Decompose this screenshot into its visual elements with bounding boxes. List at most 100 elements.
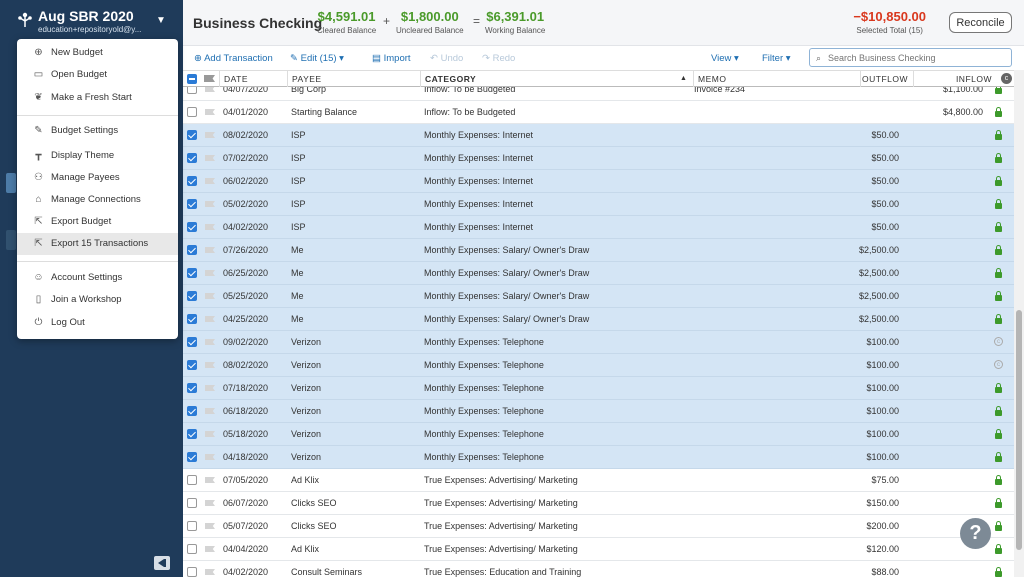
flag-icon[interactable] [205, 293, 215, 299]
row-date[interactable]: 07/05/2020 [223, 475, 268, 485]
scrollbar[interactable] [1014, 70, 1024, 577]
row-category[interactable]: Monthly Expenses: Telephone [424, 360, 544, 370]
row-category[interactable]: Monthly Expenses: Salary/ Owner's Draw [424, 291, 589, 301]
row-checkbox[interactable] [187, 452, 197, 462]
row-payee[interactable]: ISP [291, 199, 306, 209]
row-date[interactable]: 04/01/2020 [223, 107, 268, 117]
flag-icon[interactable] [205, 247, 215, 253]
row-inflow[interactable]: $1,100.00 [943, 87, 983, 94]
reconciled-lock-icon[interactable] [994, 130, 1003, 140]
menu-item-fresh-start[interactable]: ❦ Make a Fresh Start [17, 87, 178, 109]
reconciled-lock-icon[interactable] [994, 429, 1003, 439]
menu-item-display-theme[interactable]: ┳ Display Theme [17, 145, 178, 167]
edit-button[interactable]: ✎ Edit (15) ▾ [290, 53, 344, 64]
reconciled-lock-icon[interactable] [994, 498, 1003, 508]
row-checkbox[interactable] [187, 199, 197, 209]
table-row[interactable]: 08/02/2020 ISP Monthly Expenses: Internet $… [183, 124, 1014, 147]
menu-item-manage-connections[interactable]: ⌂ Manage Connections [17, 189, 178, 211]
row-payee[interactable]: Verizon [291, 429, 321, 439]
flag-icon[interactable] [205, 431, 215, 437]
flag-icon[interactable] [205, 362, 215, 368]
row-payee[interactable]: Clicks SEO [291, 498, 337, 508]
reconciled-lock-icon[interactable] [994, 406, 1003, 416]
flag-icon[interactable] [205, 408, 215, 414]
row-checkbox[interactable] [187, 360, 197, 370]
row-outflow[interactable]: $50.00 [871, 176, 899, 186]
table-row[interactable]: 05/07/2020 Clicks SEO True Expenses: Adver… [183, 515, 1014, 538]
row-date[interactable]: 05/18/2020 [223, 429, 268, 439]
row-outflow[interactable]: $50.00 [871, 222, 899, 232]
row-date[interactable]: 04/02/2020 [223, 222, 268, 232]
reconciled-lock-icon[interactable] [994, 544, 1003, 554]
row-date[interactable]: 05/07/2020 [223, 521, 268, 531]
row-inflow[interactable]: $4,800.00 [943, 107, 983, 117]
flag-icon[interactable] [205, 385, 215, 391]
flag-column-icon[interactable] [204, 75, 215, 82]
flag-icon[interactable] [205, 109, 215, 115]
row-category[interactable]: Monthly Expenses: Telephone [424, 406, 544, 416]
row-outflow[interactable]: $88.00 [871, 567, 899, 577]
reconciled-lock-icon[interactable] [994, 383, 1003, 393]
table-row[interactable]: 07/02/2020 ISP Monthly Expenses: Internet $… [183, 147, 1014, 170]
column-memo[interactable]: MEMO [698, 74, 726, 84]
table-row[interactable]: 07/26/2020 Me Monthly Expenses: Salary/ Ow… [183, 239, 1014, 262]
row-checkbox[interactable] [187, 337, 197, 347]
table-row[interactable]: 05/25/2020 Me Monthly Expenses: Salary/ Ow… [183, 285, 1014, 308]
select-all-checkbox[interactable] [187, 74, 197, 84]
row-outflow[interactable]: $50.00 [871, 130, 899, 140]
menu-item-export-transactions[interactable]: ⇱ Export 15 Transactions [17, 233, 178, 255]
row-payee[interactable]: Verizon [291, 360, 321, 370]
flag-icon[interactable] [205, 87, 215, 92]
reconciled-lock-icon[interactable] [994, 153, 1003, 163]
reconciled-lock-icon[interactable] [994, 176, 1003, 186]
row-outflow[interactable]: $2,500.00 [859, 314, 899, 324]
table-row[interactable]: 07/18/2020 Verizon Monthly Expenses: Telep… [183, 377, 1014, 400]
reconciled-lock-icon[interactable] [994, 87, 1003, 94]
import-button[interactable]: ▤ Import [372, 53, 411, 64]
row-payee[interactable]: Me [291, 245, 304, 255]
sidebar-account-highlight[interactable] [6, 173, 16, 193]
row-date[interactable]: 07/18/2020 [223, 383, 268, 393]
row-date[interactable]: 08/02/2020 [223, 360, 268, 370]
row-payee[interactable]: Me [291, 314, 304, 324]
column-inflow[interactable]: INFLOW [956, 74, 992, 84]
row-payee[interactable]: Verizon [291, 337, 321, 347]
row-outflow[interactable]: $50.00 [871, 199, 899, 209]
column-outflow[interactable]: OUTFLOW [862, 74, 908, 84]
row-payee[interactable]: Starting Balance [291, 107, 357, 117]
row-category[interactable]: True Expenses: Advertising/ Marketing [424, 498, 578, 508]
flag-icon[interactable] [205, 523, 215, 529]
row-date[interactable]: 07/26/2020 [223, 245, 268, 255]
table-row[interactable]: 04/01/2020 Starting Balance Inflow: To be … [183, 101, 1014, 124]
row-payee[interactable]: ISP [291, 176, 306, 186]
table-row[interactable]: 04/02/2020 ISP Monthly Expenses: Internet $… [183, 216, 1014, 239]
flag-icon[interactable] [205, 339, 215, 345]
row-checkbox[interactable] [187, 544, 197, 554]
row-checkbox[interactable] [187, 567, 197, 577]
row-outflow[interactable]: $100.00 [866, 452, 899, 462]
row-checkbox[interactable] [187, 153, 197, 163]
table-row[interactable]: 09/02/2020 Verizon Monthly Expenses: Telep… [183, 331, 1014, 354]
cleared-icon[interactable] [994, 337, 1003, 347]
menu-item-log-out[interactable]: ⏻ Log Out [17, 312, 178, 334]
row-checkbox[interactable] [187, 222, 197, 232]
reconciled-lock-icon[interactable] [994, 291, 1003, 301]
row-checkbox[interactable] [187, 521, 197, 531]
row-date[interactable]: 06/25/2020 [223, 268, 268, 278]
row-checkbox[interactable] [187, 498, 197, 508]
row-date[interactable]: 08/02/2020 [223, 130, 268, 140]
row-category[interactable]: True Expenses: Education and Training [424, 567, 581, 577]
row-category[interactable]: True Expenses: Advertising/ Marketing [424, 521, 578, 531]
row-payee[interactable]: Big Corp [291, 87, 326, 94]
row-outflow[interactable]: $75.00 [871, 475, 899, 485]
flag-icon[interactable] [205, 178, 215, 184]
row-payee[interactable]: ISP [291, 153, 306, 163]
row-payee[interactable]: Verizon [291, 406, 321, 416]
row-checkbox[interactable] [187, 406, 197, 416]
reconciled-lock-icon[interactable] [994, 452, 1003, 462]
row-category[interactable]: Monthly Expenses: Telephone [424, 429, 544, 439]
table-row[interactable]: 08/02/2020 Verizon Monthly Expenses: Telep… [183, 354, 1014, 377]
reconciled-lock-icon[interactable] [994, 567, 1003, 577]
row-outflow[interactable]: $100.00 [866, 360, 899, 370]
row-outflow[interactable]: $100.00 [866, 337, 899, 347]
